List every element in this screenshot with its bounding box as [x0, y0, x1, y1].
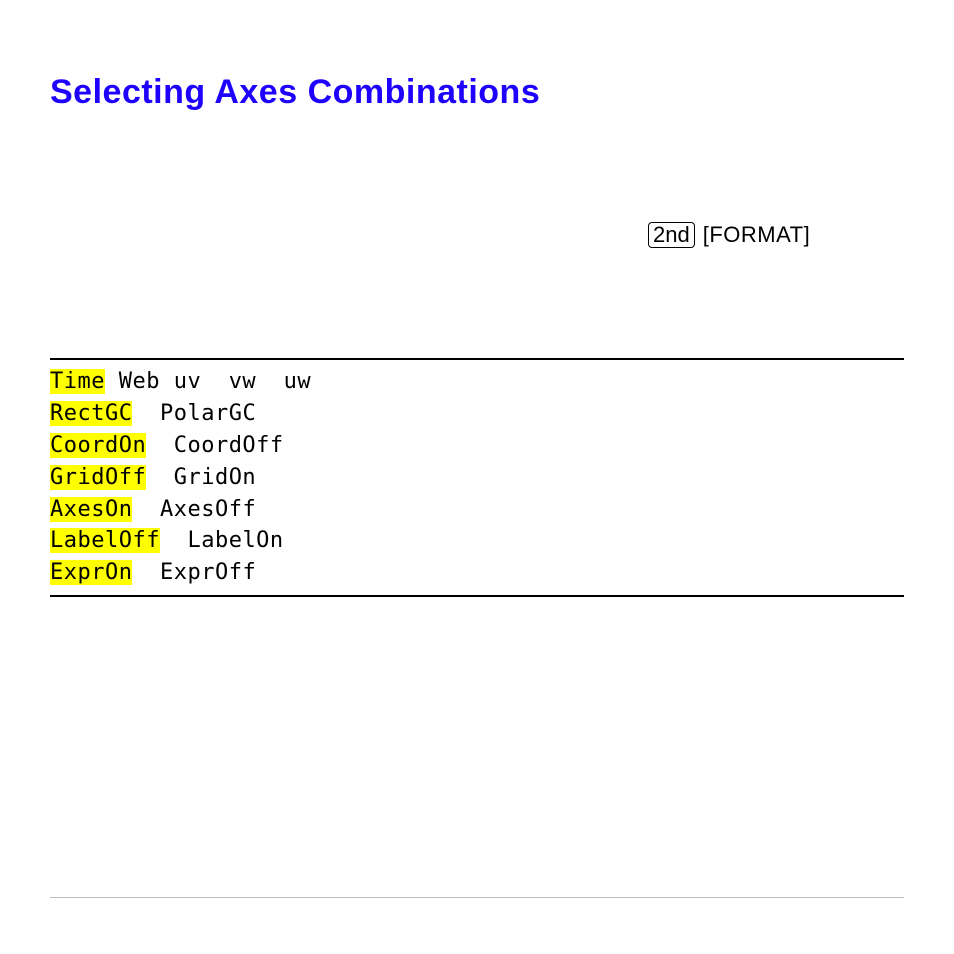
second-key: 2nd	[648, 222, 695, 248]
format-row-grid: GridOff GridOn	[50, 462, 904, 494]
option-labeloff: LabelOff	[50, 528, 160, 553]
format-row-expr: ExprOn ExprOff	[50, 557, 904, 589]
page-title: Selecting Axes Combinations	[50, 73, 904, 112]
format-row-gc: RectGC PolarGC	[50, 398, 904, 430]
option-exproff: ExprOff	[132, 560, 256, 585]
option-expron: ExprOn	[50, 560, 132, 585]
option-gridon: GridOn	[146, 465, 256, 490]
footer-divider	[50, 897, 904, 898]
format-row-axes-type: Time Web uv vw uw	[50, 366, 904, 398]
option-coordon: CoordOn	[50, 433, 146, 458]
option-axeson: AxesOn	[50, 497, 132, 522]
format-row-axes: AxesOn AxesOff	[50, 494, 904, 526]
format-row-label: LabelOff LabelOn	[50, 525, 904, 557]
option-gridoff: GridOff	[50, 465, 146, 490]
format-key: [FORMAT]	[703, 222, 810, 248]
format-row-coord: CoordOn CoordOff	[50, 430, 904, 462]
option-labelon: LabelOn	[160, 528, 284, 553]
format-screen: Time Web uv vw uw RectGC PolarGC CoordOn…	[50, 358, 904, 597]
option-time: Time	[50, 369, 105, 394]
option-polargc: PolarGC	[132, 401, 256, 426]
option-rectgc: RectGC	[50, 401, 132, 426]
option-axesoff: AxesOff	[132, 497, 256, 522]
key-sequence: 2nd [FORMAT]	[648, 222, 904, 248]
option-coordoff: CoordOff	[146, 433, 283, 458]
options-axes-rest: Web uv vw uw	[105, 369, 311, 394]
